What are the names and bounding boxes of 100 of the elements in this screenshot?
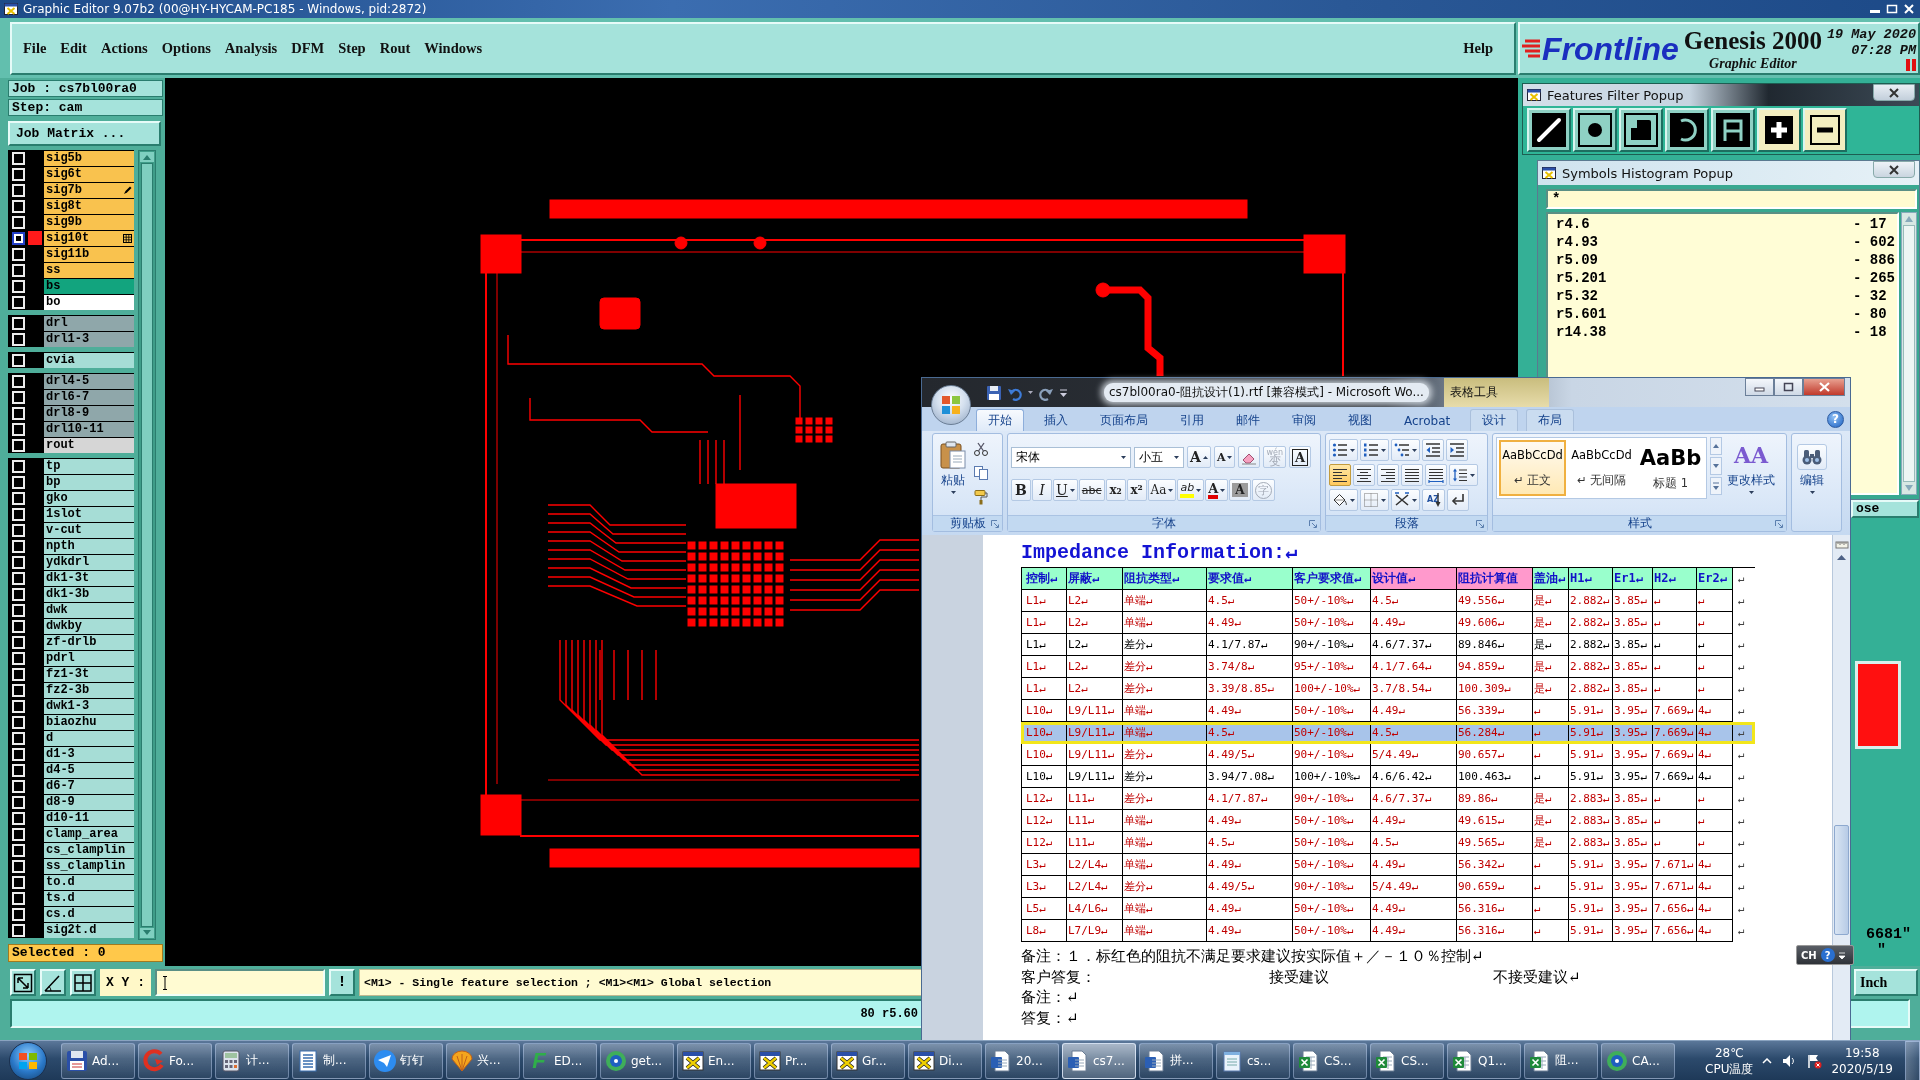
taskbar-button[interactable]: 拼... bbox=[1139, 1042, 1213, 1079]
layer-name[interactable]: fz1-3t bbox=[44, 666, 134, 682]
layer-name[interactable]: d bbox=[44, 730, 134, 746]
caret-icon[interactable] bbox=[1838, 951, 1845, 959]
ribbon-tab[interactable]: 审阅 bbox=[1280, 409, 1328, 431]
increase-indent-button[interactable] bbox=[1446, 439, 1468, 461]
layer-name[interactable]: ss bbox=[44, 262, 134, 278]
up-arrow-icon[interactable] bbox=[140, 152, 154, 162]
show-desktop-button[interactable] bbox=[1905, 1040, 1920, 1080]
layer-name[interactable]: dwkby bbox=[44, 618, 134, 634]
menu-item[interactable]: Rout bbox=[372, 39, 418, 58]
language-indicator[interactable]: CH bbox=[1801, 949, 1817, 961]
layer-name[interactable]: d10-11 bbox=[44, 810, 134, 826]
layer-name[interactable]: v-cut bbox=[44, 522, 134, 538]
layer-name[interactable]: d4-5 bbox=[44, 762, 134, 778]
shading-button[interactable] bbox=[1329, 489, 1358, 511]
taskbar-button[interactable]: cs... bbox=[1216, 1042, 1290, 1079]
ribbon-tab[interactable]: 布局 bbox=[1526, 409, 1575, 431]
layer-name[interactable]: pdrl bbox=[44, 650, 134, 666]
caret-up-icon[interactable] bbox=[1762, 1057, 1773, 1064]
menu-item[interactable]: Actions bbox=[93, 39, 155, 58]
layer-name[interactable]: ts.d bbox=[44, 890, 134, 906]
character-shading-button[interactable]: A bbox=[1229, 479, 1251, 501]
dialog-launcher-icon[interactable] bbox=[991, 519, 999, 528]
font-name-dropdown[interactable]: 宋体 bbox=[1011, 446, 1131, 468]
layer-name[interactable]: tp bbox=[44, 458, 134, 474]
superscript-button[interactable]: x² bbox=[1126, 479, 1147, 501]
taskbar-button[interactable]: CA... bbox=[1601, 1042, 1675, 1079]
layer-name[interactable]: sig9b bbox=[44, 214, 134, 230]
layer-name[interactable]: cvia bbox=[44, 352, 134, 368]
close-icon[interactable] bbox=[1902, 4, 1916, 14]
font-size-dropdown[interactable]: 小五 bbox=[1134, 446, 1184, 468]
bold-button[interactable]: B bbox=[1011, 479, 1031, 501]
taskbar-button[interactable]: Di... bbox=[908, 1042, 982, 1079]
layer-name[interactable]: ss_clamplin bbox=[44, 858, 134, 874]
italic-button[interactable]: I bbox=[1032, 479, 1052, 501]
menu-item[interactable]: Analysis bbox=[217, 39, 285, 58]
layer-name[interactable]: drl10-11 bbox=[44, 421, 134, 437]
filter-button[interactable] bbox=[1711, 108, 1755, 152]
change-styles-button[interactable]: AA 更改样式 bbox=[1725, 437, 1777, 515]
layer-name[interactable]: drl6-7 bbox=[44, 389, 134, 405]
taskbar-button[interactable]: CS... bbox=[1370, 1042, 1444, 1079]
font-color-button[interactable]: A bbox=[1205, 479, 1229, 501]
layer-name[interactable]: drl1-3 bbox=[44, 331, 134, 347]
asian-layout-button[interactable] bbox=[1391, 489, 1420, 511]
scroll-thumb[interactable] bbox=[1834, 825, 1849, 935]
menu-item[interactable]: Help bbox=[1456, 39, 1500, 58]
strikethrough-button[interactable]: abc bbox=[1078, 479, 1105, 501]
scissors-icon[interactable] bbox=[973, 441, 989, 457]
copy-icon[interactable] bbox=[973, 465, 989, 481]
grow-font-button[interactable]: A bbox=[1187, 446, 1211, 468]
layer-name[interactable]: rout bbox=[44, 437, 134, 453]
start-button[interactable] bbox=[9, 1041, 47, 1080]
filter-button[interactable] bbox=[1803, 108, 1847, 152]
layer-name[interactable]: sig11b bbox=[44, 246, 134, 262]
ribbon-tab[interactable]: 页面布局 bbox=[1088, 409, 1160, 431]
layer-name[interactable]: sig5b bbox=[44, 150, 134, 166]
character-border-button[interactable]: A bbox=[1288, 446, 1312, 468]
taskbar-button[interactable]: 钉钉 bbox=[369, 1042, 443, 1079]
maximize-icon[interactable] bbox=[1885, 4, 1899, 14]
menu-item[interactable]: Windows bbox=[417, 39, 490, 58]
more-icon[interactable] bbox=[1710, 477, 1722, 495]
decrease-indent-button[interactable] bbox=[1422, 439, 1444, 461]
layer-name[interactable]: gko bbox=[44, 490, 134, 506]
layer-name[interactable]: sig2t.d bbox=[44, 922, 134, 938]
close-button[interactable] bbox=[1803, 378, 1845, 396]
subscript-button[interactable]: x₂ bbox=[1105, 479, 1126, 501]
save-icon[interactable] bbox=[986, 384, 1002, 401]
dropdown-arrow-icon[interactable] bbox=[1059, 387, 1068, 398]
menu-item[interactable]: Options bbox=[154, 39, 218, 58]
taskbar-button[interactable]: CS... bbox=[1293, 1042, 1367, 1079]
caret-icon[interactable] bbox=[1028, 391, 1033, 394]
up-arrow-icon[interactable] bbox=[1837, 555, 1846, 560]
layer-name[interactable]: biaozhu bbox=[44, 714, 134, 730]
layer-name[interactable]: to.d bbox=[44, 874, 134, 890]
layer-name[interactable]: dwk1-3 bbox=[44, 698, 134, 714]
layer-name[interactable]: 1slot bbox=[44, 506, 134, 522]
layer-name[interactable]: dk1-3t bbox=[44, 570, 134, 586]
layer-name[interactable]: drl4-5 bbox=[44, 373, 134, 389]
layer-name[interactable]: d6-7 bbox=[44, 778, 134, 794]
job-matrix-button[interactable]: Job Matrix ... bbox=[8, 121, 161, 146]
style-item[interactable]: AaBbCcDd ↵ 正文 bbox=[1499, 440, 1566, 496]
minimize-button[interactable] bbox=[1745, 378, 1774, 396]
layer-name[interactable]: ydkdrl bbox=[44, 554, 134, 570]
paste-button[interactable]: 粘贴 bbox=[936, 437, 970, 515]
taskbar-button[interactable]: 阻... bbox=[1524, 1042, 1598, 1079]
filter-button[interactable] bbox=[1573, 108, 1617, 152]
dialog-launcher-icon[interactable] bbox=[1476, 519, 1484, 528]
taskbar-button[interactable]: Pr... bbox=[754, 1042, 828, 1079]
taskbar-button[interactable]: cs7... bbox=[1062, 1042, 1136, 1079]
ruler-icon[interactable] bbox=[1834, 538, 1849, 552]
taskbar-button[interactable]: F ED... bbox=[523, 1042, 597, 1079]
down-arrow-icon[interactable] bbox=[140, 928, 154, 938]
center-button[interactable] bbox=[1353, 464, 1375, 486]
grid-button[interactable] bbox=[70, 969, 96, 996]
layer-name[interactable]: drl8-9 bbox=[44, 405, 134, 421]
scroll-up-icon[interactable] bbox=[1710, 437, 1722, 455]
ribbon-tab[interactable]: 视图 bbox=[1336, 409, 1384, 431]
measure-button[interactable] bbox=[40, 969, 66, 996]
ribbon-tab[interactable]: 插入 bbox=[1032, 409, 1080, 431]
